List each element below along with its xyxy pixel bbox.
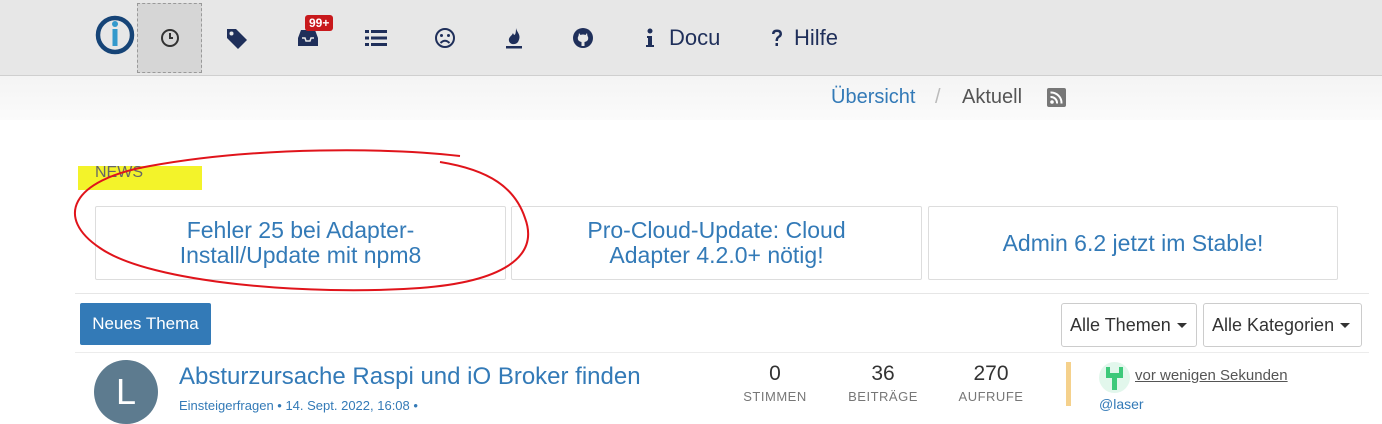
posts-count: 36 bbox=[871, 362, 895, 385]
rss-icon[interactable] bbox=[1047, 88, 1066, 107]
nav-docu-label: Docu bbox=[669, 24, 721, 50]
votes-label: STIMMEN bbox=[743, 389, 807, 404]
breadcrumb-home-link[interactable]: Übersicht bbox=[831, 86, 915, 109]
divider bbox=[75, 352, 1369, 353]
filter-topics-label: Alle Themen bbox=[1070, 314, 1171, 335]
avatar[interactable]: L bbox=[94, 360, 158, 424]
news-card-1[interactable]: Fehler 25 bei Adapter-Install/Update mit… bbox=[95, 206, 506, 280]
nav-unsolved[interactable] bbox=[432, 0, 458, 75]
news-card-title: Fehler 25 bei Adapter-Install/Update mit… bbox=[179, 217, 422, 268]
caret-down-icon bbox=[1176, 322, 1187, 328]
caret-down-icon bbox=[1340, 322, 1351, 328]
breadcrumb-current: Aktuell bbox=[962, 86, 1023, 108]
iobroker-logo[interactable] bbox=[95, 15, 135, 55]
list-icon bbox=[365, 29, 387, 46]
clock-icon bbox=[160, 29, 179, 47]
views-count: 270 bbox=[973, 362, 1009, 385]
filter-categories-dropdown[interactable]: Alle Kategorien bbox=[1203, 303, 1362, 347]
breadcrumb bbox=[0, 76, 1382, 120]
fire-icon bbox=[506, 27, 522, 48]
divider bbox=[75, 293, 1369, 294]
github-icon bbox=[573, 27, 593, 48]
nav-docu[interactable]: Docu bbox=[645, 0, 735, 75]
nav-hilfe-label: Hilfe bbox=[794, 24, 839, 50]
unread-count-badge: 99+ bbox=[305, 15, 334, 31]
last-post-time-link[interactable]: vor wenigen Sekunden bbox=[1135, 367, 1288, 384]
last-post-marker bbox=[1066, 362, 1071, 406]
frown-icon bbox=[435, 27, 455, 48]
views-label: AUFRUFE bbox=[958, 389, 1024, 404]
breadcrumb-separator: / bbox=[935, 86, 941, 108]
nav-popular[interactable] bbox=[503, 0, 525, 75]
nav-unread[interactable] bbox=[294, 0, 322, 75]
filter-categories-label: Alle Kategorien bbox=[1212, 314, 1335, 335]
nav-github[interactable] bbox=[571, 0, 595, 75]
nav-categories[interactable] bbox=[362, 0, 390, 75]
votes-count: 0 bbox=[769, 362, 781, 385]
news-heading: NEWS bbox=[95, 164, 143, 181]
views-stat: 270 AUFRUFE bbox=[946, 362, 1036, 404]
info-icon bbox=[646, 28, 654, 47]
question-icon bbox=[772, 29, 782, 46]
top-navbar: 99+ Docu Hilfe bbox=[0, 0, 1382, 76]
posts-stat: 36 BEITRÄGE bbox=[838, 362, 928, 404]
news-card-title: Admin 6.2 jetzt im Stable! bbox=[1002, 229, 1264, 256]
votes-stat: 0 STIMMEN bbox=[730, 362, 820, 404]
new-topic-button[interactable]: Neues Thema bbox=[80, 303, 211, 345]
news-card-title: Pro-Cloud-Update: Cloud Adapter 4.2.0+ n… bbox=[587, 217, 846, 268]
topic-title-link[interactable]: Absturzursache Raspi und iO Broker finde… bbox=[179, 363, 641, 391]
tags-icon bbox=[227, 28, 247, 49]
news-card-2[interactable]: Pro-Cloud-Update: Cloud Adapter 4.2.0+ n… bbox=[511, 206, 922, 280]
news-card-3[interactable]: Admin 6.2 jetzt im Stable! bbox=[928, 206, 1338, 280]
nav-hilfe[interactable]: Hilfe bbox=[770, 0, 860, 75]
last-post-user-link[interactable]: @laser bbox=[1099, 396, 1144, 412]
nav-tags[interactable] bbox=[220, 0, 256, 75]
posts-label: BEITRÄGE bbox=[848, 389, 918, 404]
nav-recent[interactable] bbox=[137, 3, 202, 73]
filter-topics-dropdown[interactable]: Alle Themen bbox=[1061, 303, 1197, 347]
avatar[interactable] bbox=[1099, 362, 1130, 393]
